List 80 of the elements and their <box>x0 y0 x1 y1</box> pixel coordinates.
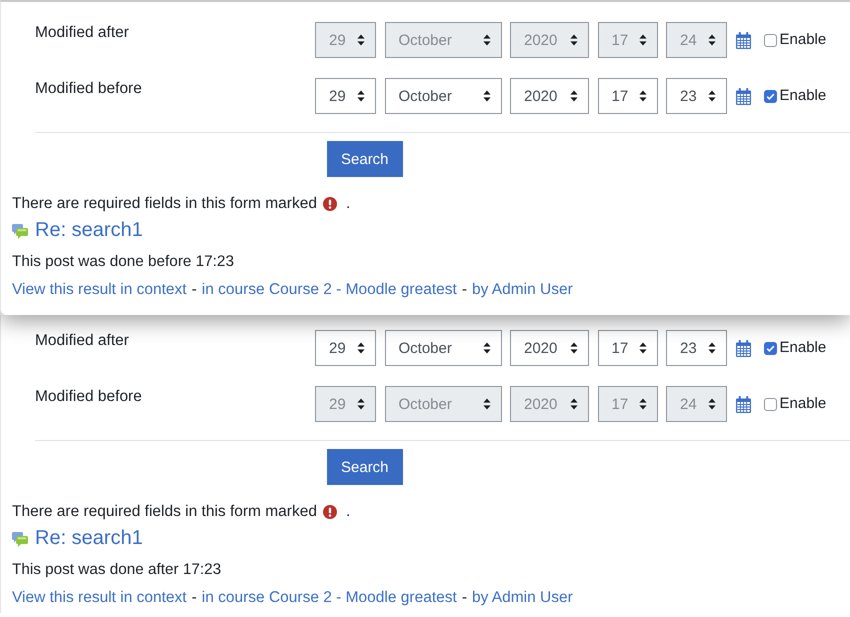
checkbox-label[interactable]: Enable <box>780 338 826 358</box>
required-note-text: There are required fields in this form marked <box>12 194 317 214</box>
month-select[interactable]: October <box>384 78 502 114</box>
updown-caret-icon <box>638 342 646 354</box>
calendar-icon[interactable] <box>736 340 750 356</box>
separator-text: - <box>190 280 198 300</box>
updown-caret-icon <box>708 342 716 354</box>
year-select[interactable]: 2020 <box>510 22 589 58</box>
day-select[interactable]: 29 <box>315 330 376 366</box>
minute-select[interactable]: 23 <box>666 330 727 366</box>
year-select[interactable]: 2020 <box>510 386 589 422</box>
month-select[interactable]: October <box>384 330 502 366</box>
checkbox-label[interactable]: Enable <box>780 394 826 414</box>
checkbox-label[interactable]: Enable <box>780 86 826 106</box>
updown-caret-icon <box>570 398 578 410</box>
checkbox-label[interactable]: Enable <box>780 30 826 50</box>
updown-caret-icon <box>638 90 646 102</box>
updown-caret-icon <box>482 398 490 410</box>
updown-caret-icon <box>708 398 716 410</box>
result-link[interactable]: View this result in context <box>12 280 187 300</box>
updown-caret-icon <box>482 90 490 102</box>
year-select[interactable]: 2020 <box>510 78 589 114</box>
required-note-text: There are required fields in this form marked <box>12 502 317 522</box>
hour-select[interactable]: 17 <box>598 386 658 422</box>
post-date-note: This post was done before 17:23 <box>12 252 234 272</box>
calendar-icon[interactable] <box>736 396 750 412</box>
post-date-note: This post was done after 17:23 <box>12 560 222 580</box>
field-label: Modified before <box>35 387 142 407</box>
updown-caret-icon <box>708 34 716 46</box>
checkbox[interactable] <box>764 90 776 102</box>
day-select[interactable]: 29 <box>315 386 376 422</box>
separator-text: - <box>460 588 468 608</box>
exclamation-circle-icon <box>322 505 337 519</box>
result-link[interactable]: by Admin User <box>472 588 573 608</box>
updown-caret-icon <box>570 90 578 102</box>
updown-caret-icon <box>357 90 365 102</box>
month-select[interactable]: October <box>384 22 502 58</box>
search-button[interactable]: Search <box>327 449 403 485</box>
speech-bubbles-icon <box>12 223 28 239</box>
minute-select[interactable]: 24 <box>666 386 727 422</box>
result-link[interactable]: by Admin User <box>472 280 573 300</box>
exclamation-circle-icon <box>322 197 337 211</box>
day-select[interactable]: 29 <box>315 78 376 114</box>
hour-select[interactable]: 17 <box>598 330 658 366</box>
minute-select[interactable]: 24 <box>666 22 727 58</box>
updown-caret-icon <box>708 90 716 102</box>
separator-text: - <box>190 588 198 608</box>
hour-select[interactable]: 17 <box>598 22 658 58</box>
calendar-icon[interactable] <box>736 88 750 104</box>
post-title-link[interactable]: Re: search1 <box>35 218 143 242</box>
checkbox[interactable] <box>764 34 776 46</box>
updown-caret-icon <box>570 34 578 46</box>
hour-select[interactable]: 17 <box>598 78 658 114</box>
punctuation-text: . <box>346 502 350 522</box>
checkbox[interactable] <box>764 342 776 354</box>
month-select[interactable]: October <box>384 386 502 422</box>
speech-bubbles-icon <box>12 531 28 547</box>
updown-caret-icon <box>357 34 365 46</box>
search-button[interactable]: Search <box>327 141 403 177</box>
updown-caret-icon <box>638 34 646 46</box>
punctuation-text: . <box>346 194 350 214</box>
updown-caret-icon <box>357 398 365 410</box>
post-title-link[interactable]: Re: search1 <box>35 526 143 550</box>
updown-caret-icon <box>357 342 365 354</box>
updown-caret-icon <box>482 342 490 354</box>
updown-caret-icon <box>570 342 578 354</box>
result-link[interactable]: in course Course 2 - Moodle greatest <box>202 588 457 608</box>
field-label: Modified after <box>35 23 129 43</box>
calendar-icon[interactable] <box>736 32 750 48</box>
result-link[interactable]: View this result in context <box>12 588 187 608</box>
year-select[interactable]: 2020 <box>510 330 589 366</box>
updown-caret-icon <box>638 398 646 410</box>
result-link[interactable]: in course Course 2 - Moodle greatest <box>202 280 457 300</box>
field-label: Modified before <box>35 79 142 99</box>
updown-caret-icon <box>482 34 490 46</box>
separator-text: - <box>460 280 468 300</box>
minute-select[interactable]: 23 <box>666 78 727 114</box>
day-select[interactable]: 29 <box>315 22 376 58</box>
field-label: Modified after <box>35 331 129 351</box>
checkbox[interactable] <box>764 398 776 410</box>
